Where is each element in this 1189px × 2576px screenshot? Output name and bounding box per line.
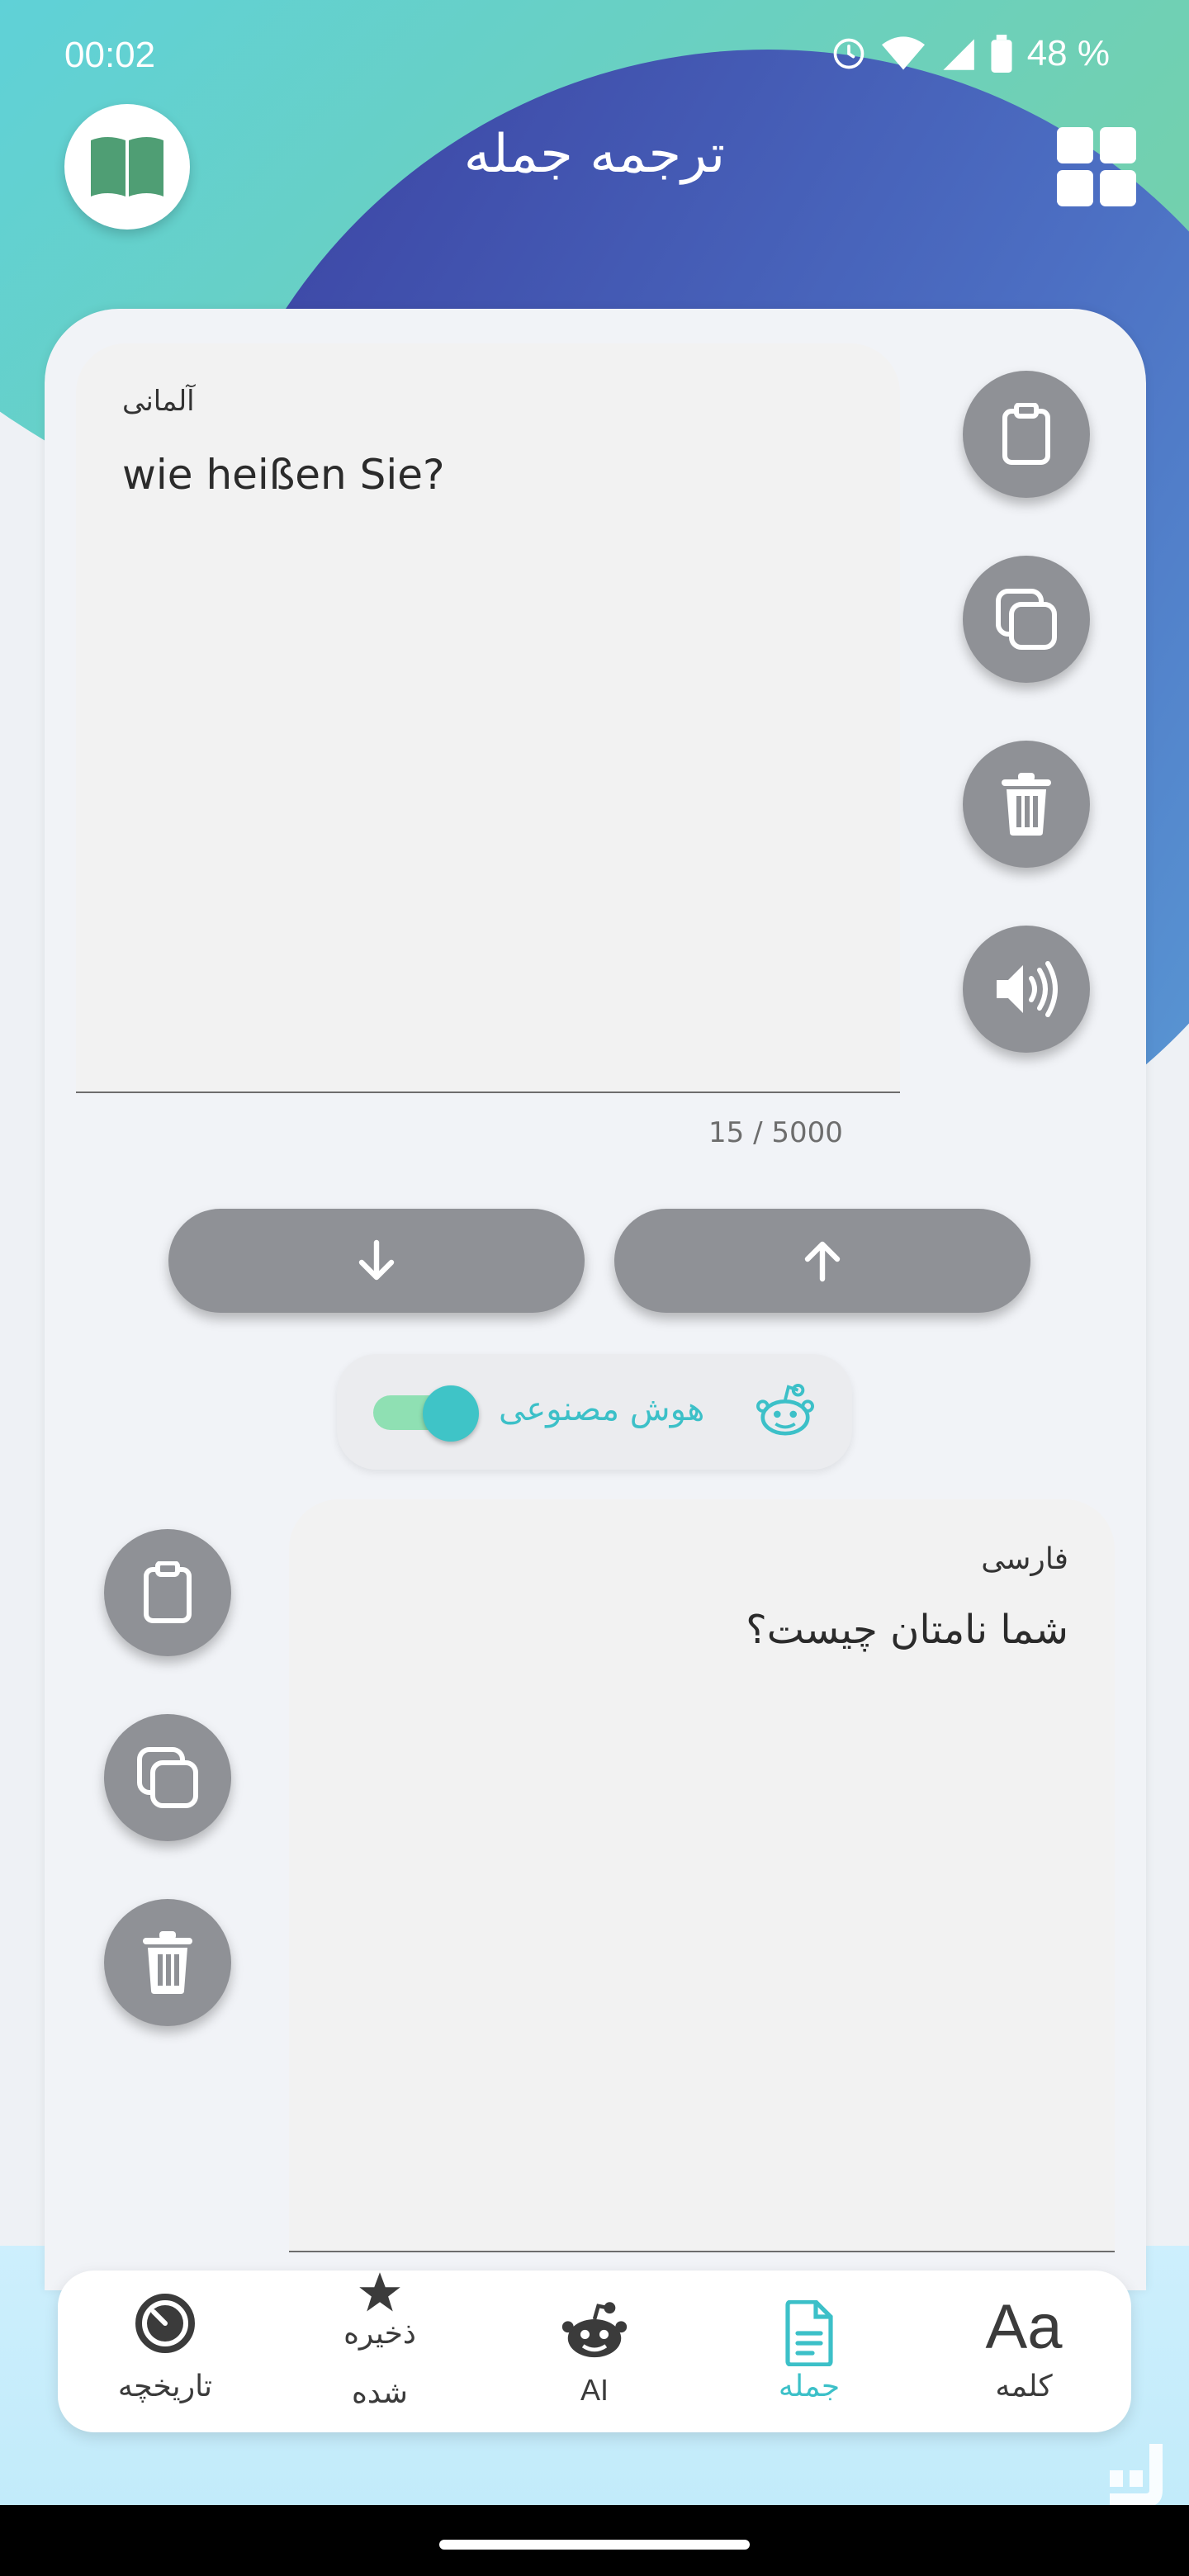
svg-text:Aa: Aa <box>986 2294 1063 2360</box>
target-text-panel[interactable]: فارسی شما نامتان چیست؟ <box>289 1499 1115 2252</box>
nav-label-saved-line2: شده <box>352 2376 408 2410</box>
nav-item-saved[interactable]: ذخیره شده <box>272 2271 487 2432</box>
copy-icon <box>996 589 1057 650</box>
copy-target-button[interactable] <box>104 1714 231 1841</box>
nav-label-saved: ذخیره <box>343 2317 416 2351</box>
nav-item-sentence[interactable]: جمله <box>702 2271 917 2432</box>
aa-icon: Aa <box>986 2294 1063 2360</box>
speak-source-button[interactable] <box>963 926 1090 1053</box>
grid-icon <box>1057 127 1136 206</box>
document-icon <box>785 2300 833 2366</box>
source-language-label: آلمانی <box>122 385 195 418</box>
source-text-input[interactable]: wie heißen Sie? <box>122 451 445 499</box>
delete-source-button[interactable] <box>963 741 1090 868</box>
nav-label-word: کلمه <box>995 2370 1053 2403</box>
clipboard-icon <box>1002 403 1050 465</box>
arrow-down-icon <box>358 1239 395 1281</box>
ai-mode-label: هوش مصنوعی <box>499 1390 705 1428</box>
nav-label-sentence: جمله <box>778 2370 841 2403</box>
clipboard-icon <box>144 1561 192 1623</box>
trash-icon <box>1002 773 1051 836</box>
trash-icon <box>143 1931 192 1994</box>
nav-item-word[interactable]: Aa کلمه <box>917 2271 1131 2432</box>
battery-icon <box>991 35 1012 73</box>
arrow-up-icon <box>804 1241 841 1282</box>
status-time: 00:02 <box>64 35 156 75</box>
ai-mode-toggle[interactable]: هوش مصنوعی <box>337 1354 852 1470</box>
nav-item-ai[interactable]: AI <box>487 2271 702 2432</box>
copy-source-button[interactable] <box>963 556 1090 683</box>
nav-item-history[interactable]: تاریخچه <box>58 2271 272 2432</box>
signal-icon <box>940 36 976 72</box>
alarm-icon <box>831 36 867 72</box>
history-icon <box>135 2294 195 2353</box>
delete-target-button[interactable] <box>104 1899 231 2026</box>
nav-label-history: تاریخچه <box>117 2370 213 2403</box>
nav-label-ai: AI <box>580 2373 609 2407</box>
paste-source-button[interactable] <box>963 371 1090 498</box>
wifi-icon <box>881 36 925 72</box>
status-bar: 00:02 48 % <box>0 0 1189 116</box>
status-icons: 48 % <box>831 33 1110 74</box>
target-language-label: فارسی <box>981 1542 1068 1576</box>
translate-down-button[interactable] <box>168 1209 585 1313</box>
star-icon <box>359 2272 400 2312</box>
page-title: ترجمه جمله <box>463 124 726 185</box>
grid-menu-button[interactable] <box>1055 125 1138 208</box>
ai-switch-knob[interactable] <box>423 1385 479 1442</box>
speaker-icon <box>997 961 1058 1017</box>
copy-icon <box>137 1747 198 1808</box>
battery-percent: 48 % <box>1026 33 1110 73</box>
robot-icon <box>756 1383 814 1436</box>
character-counter: 15 / 5000 <box>708 1116 843 1149</box>
robot-icon <box>561 2302 628 2358</box>
source-text-panel[interactable]: آلمانی wie heißen Sie? <box>76 343 900 1093</box>
paste-target-button[interactable] <box>104 1529 231 1656</box>
target-text-output[interactable]: شما نامتان چیست؟ <box>746 1607 1068 1653</box>
translate-up-button[interactable] <box>614 1209 1030 1313</box>
home-indicator[interactable] <box>439 2540 750 2550</box>
bottom-navigation: Aa کلمه جمله AI ذخیره شده تاریخچه <box>58 2271 1131 2432</box>
